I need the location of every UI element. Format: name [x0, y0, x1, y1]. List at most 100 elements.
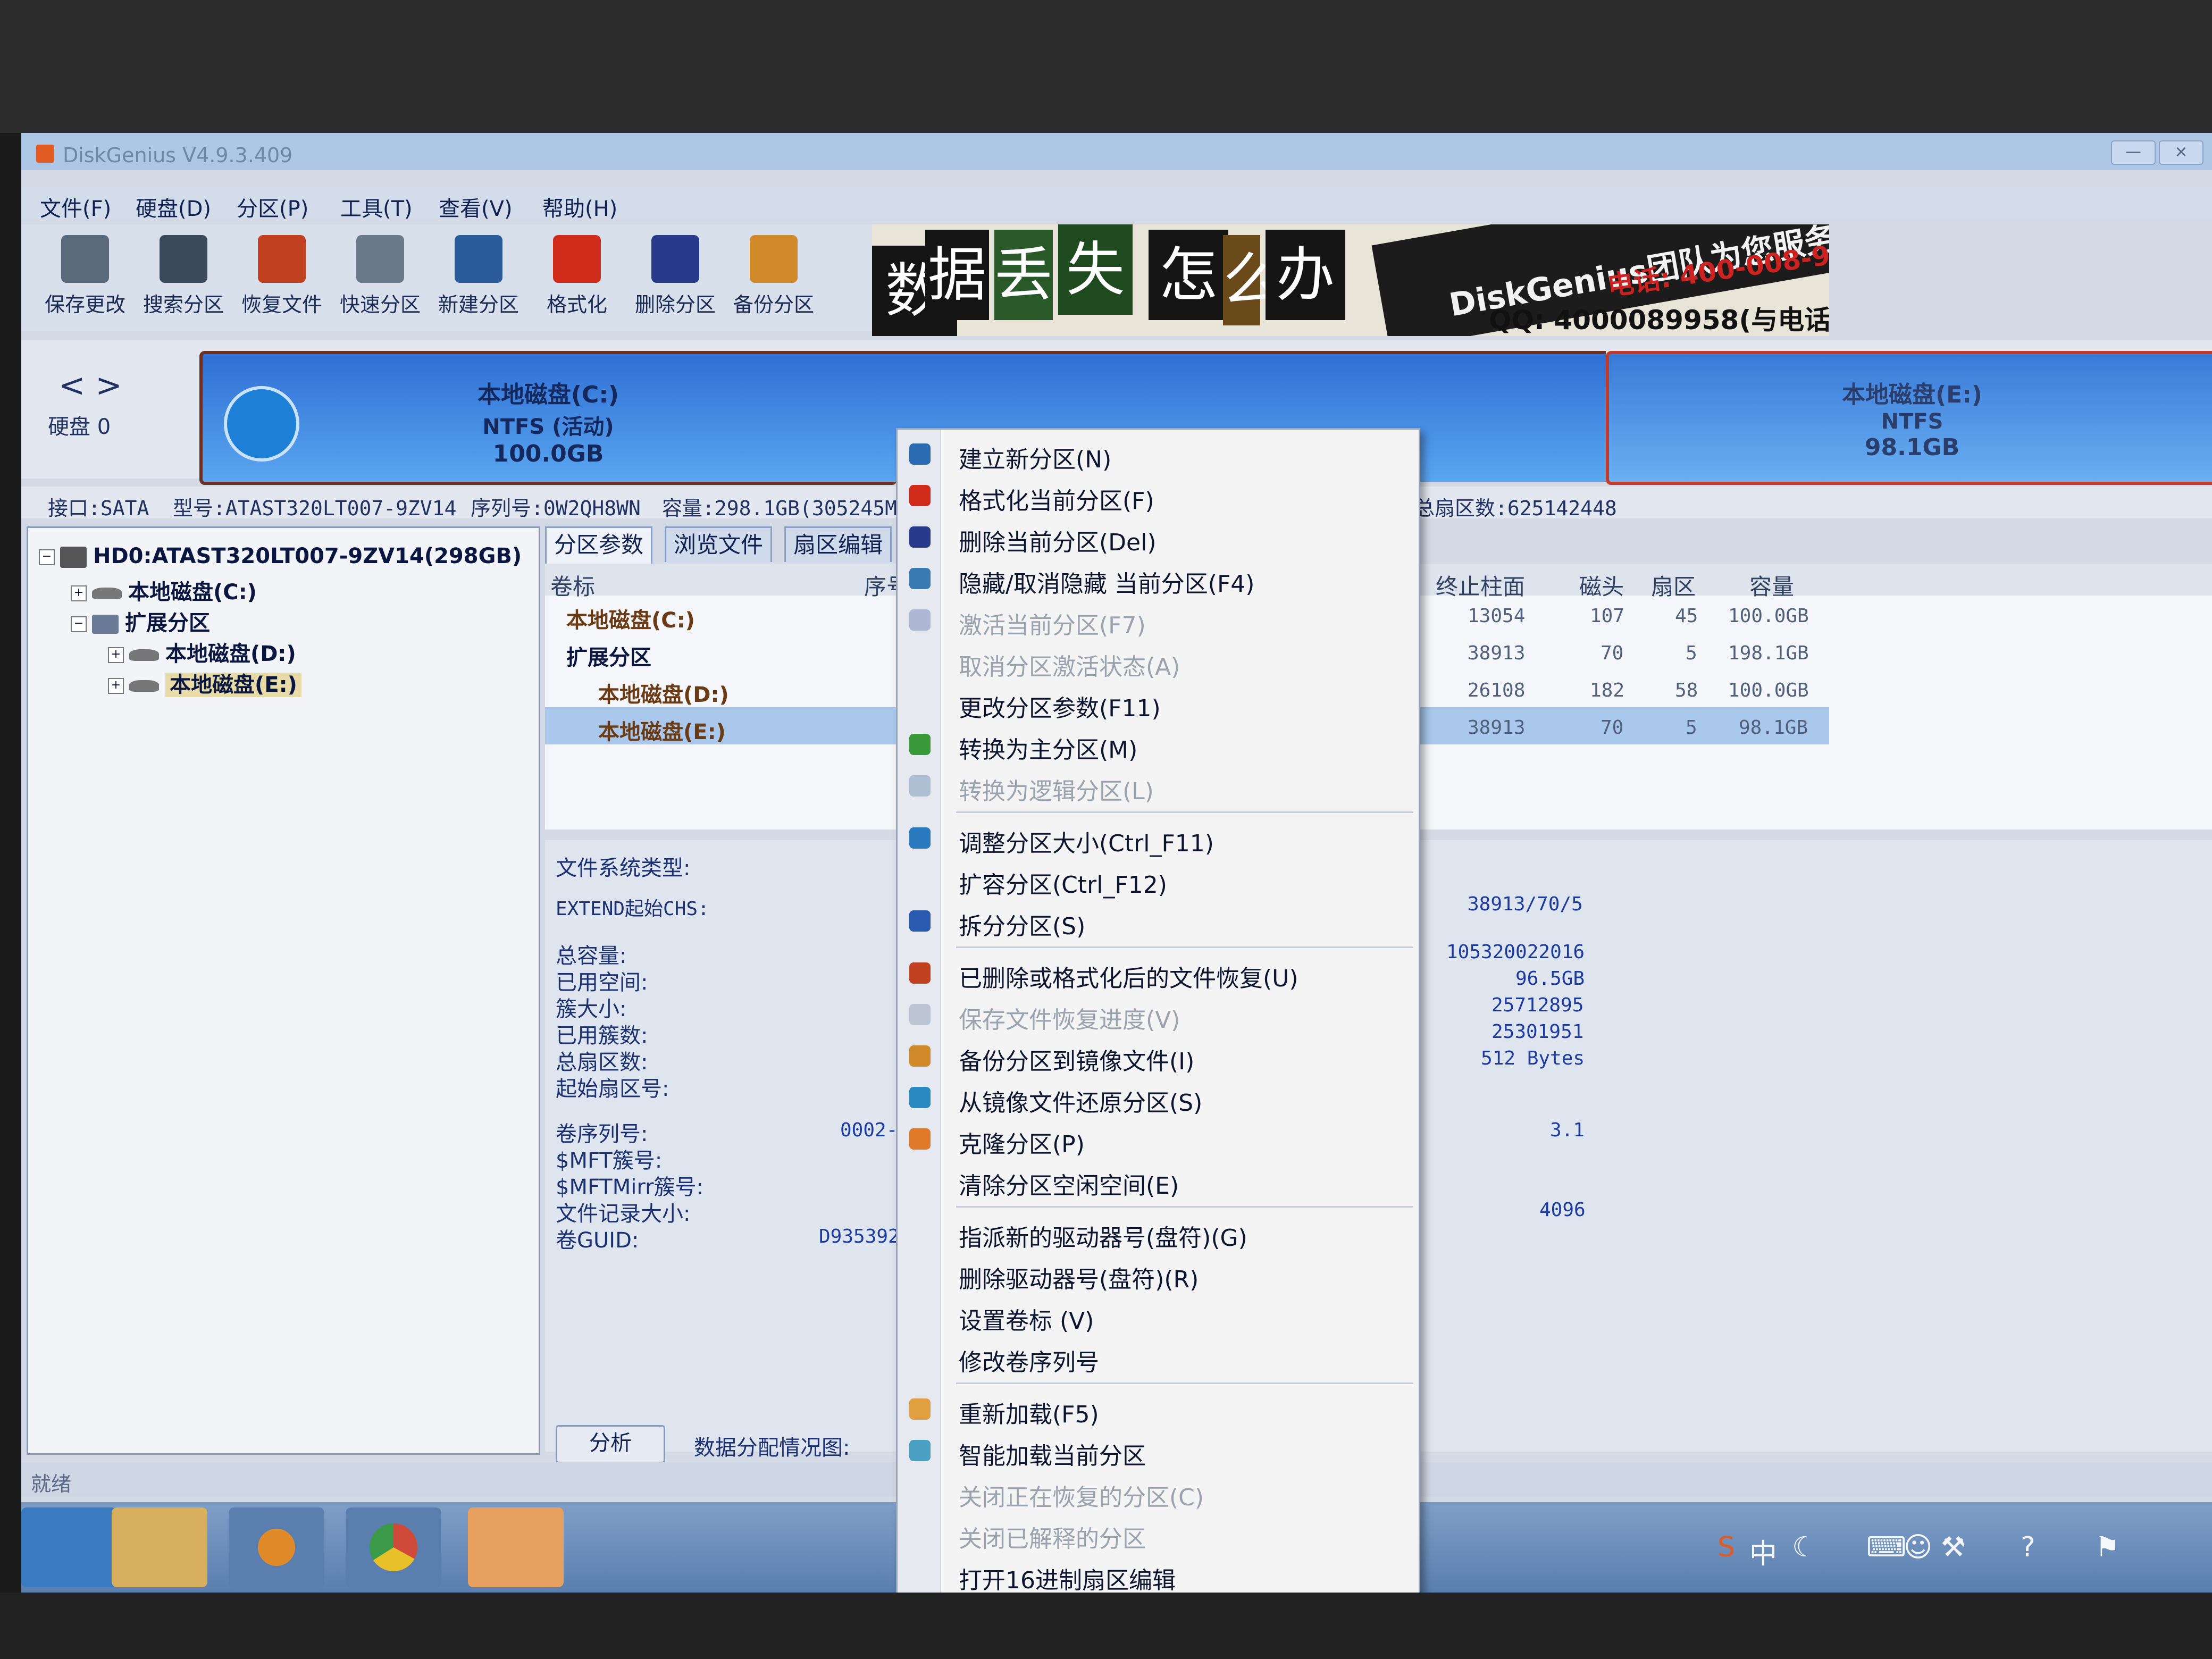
- menu-partition[interactable]: 分区(P): [237, 191, 308, 222]
- toolbar-label: 恢复文件: [241, 293, 322, 316]
- wrench-icon[interactable]: ⚒: [1941, 1531, 1966, 1563]
- table-row[interactable]: 本地磁盘(C:): [545, 596, 917, 633]
- flag-icon[interactable]: ⚑: [2095, 1531, 2120, 1563]
- minimize-button[interactable]: —: [2111, 140, 2156, 165]
- tab-browse-files[interactable]: 浏览文件: [665, 526, 773, 562]
- toolbar-button[interactable]: 删除分区: [627, 230, 723, 325]
- table-row[interactable]: 38913 70 5 198.1GB: [1414, 633, 2212, 670]
- context-menu-item[interactable]: 格式化当前分区(F): [898, 475, 1419, 515]
- context-menu-item[interactable]: 从镜像文件还原分区(S): [898, 1077, 1419, 1117]
- context-menu-item[interactable]: 打开16进制扇区编辑: [898, 1555, 1419, 1593]
- tree-item-selected[interactable]: + 本地磁盘(E:): [108, 667, 301, 698]
- context-menu-label: 打开16进制扇区编辑: [959, 1567, 1176, 1593]
- table-row[interactable]: 本地磁盘(D:): [545, 670, 917, 707]
- media-player-icon[interactable]: [229, 1507, 324, 1587]
- context-menu-label: 指派新的驱动器号(盘符)(G): [959, 1225, 1247, 1252]
- chrome-icon[interactable]: [346, 1507, 441, 1587]
- context-menu-item[interactable]: 更改分区参数(F11): [898, 683, 1419, 722]
- reload-icon: [909, 1398, 931, 1420]
- toolbar-label: 删除分区: [634, 293, 716, 316]
- context-menu-label: 转换为主分区(M): [959, 736, 1138, 764]
- record-size-value: 4096: [1539, 1199, 1586, 1221]
- user-icon[interactable]: ☺: [1904, 1531, 1932, 1563]
- menu-tools[interactable]: 工具(T): [340, 191, 413, 222]
- ime-indicator[interactable]: 中: [1749, 1531, 1777, 1571]
- delete-icon: [909, 526, 931, 548]
- context-menu-item[interactable]: 重新加载(F5): [898, 1389, 1419, 1428]
- context-menu-item: 关闭已解释的分区: [898, 1513, 1419, 1553]
- toolbar-button[interactable]: 保存更改: [37, 230, 133, 325]
- toolbar-button[interactable]: 快速分区: [332, 230, 428, 325]
- disk-nav-arrows[interactable]: < >: [58, 367, 122, 404]
- context-menu: 建立新分区(N) 格式化当前分区(F) 删除当前分区(Del) 隐藏/取消隐藏 当前分…: [896, 428, 1420, 1593]
- tree-item[interactable]: − 扩展分区: [71, 606, 210, 636]
- context-menu-label: 扩容分区(Ctrl_F12): [959, 872, 1167, 899]
- context-menu-item[interactable]: 扩容分区(Ctrl_F12): [898, 859, 1419, 899]
- toolbar-label: 新建分区: [438, 293, 519, 316]
- context-menu-item[interactable]: 隐藏/取消隐藏 当前分区(F4): [898, 558, 1419, 598]
- tree-item[interactable]: + 本地磁盘(C:): [71, 575, 257, 606]
- toolbar-button[interactable]: 恢复文件: [234, 230, 330, 325]
- keyboard-icon[interactable]: ⌨: [1866, 1531, 1906, 1563]
- toolbar-button[interactable]: 搜索分区: [136, 230, 231, 325]
- context-menu-item[interactable]: 克隆分区(P): [898, 1119, 1419, 1158]
- table-row[interactable]: 13054 107 45 100.0GB: [1414, 596, 2212, 633]
- context-menu-label: 已删除或格式化后的文件恢复(U): [959, 965, 1298, 992]
- close-button[interactable]: ×: [2159, 140, 2203, 165]
- context-menu-label: 修改卷序列号: [959, 1349, 1099, 1376]
- menu-file[interactable]: 文件(F): [40, 191, 111, 222]
- banner-char: 么: [1223, 235, 1281, 325]
- tab-sector-edit[interactable]: 扇区编辑: [784, 526, 892, 562]
- context-menu-item[interactable]: 拆分分区(S): [898, 901, 1419, 940]
- analyze-button[interactable]: 分析: [556, 1425, 665, 1463]
- context-menu-item[interactable]: 设置卷标 (V): [898, 1295, 1419, 1335]
- disk-tree: − HD0:ATAST320LT007-9ZV14(298GB) + 本地磁盘(C:…: [27, 526, 540, 1455]
- context-menu-item[interactable]: 指派新的驱动器号(盘符)(G): [898, 1212, 1419, 1252]
- table-row[interactable]: 26108 182 58 100.0GB: [1414, 670, 2212, 707]
- convert-logical-icon: [909, 775, 931, 797]
- sogou-icon[interactable]: S: [1717, 1531, 1735, 1563]
- context-menu-item[interactable]: 智能加载当前分区: [898, 1430, 1419, 1470]
- context-menu-item[interactable]: 清除分区空闲空间(E): [898, 1160, 1419, 1200]
- context-menu-item[interactable]: 修改卷序列号: [898, 1337, 1419, 1376]
- menu-help[interactable]: 帮助(H): [542, 191, 617, 222]
- restore-icon: [909, 1087, 931, 1108]
- toolbar-button[interactable]: 备份分区: [726, 230, 822, 325]
- banner-char: 怎: [1149, 230, 1228, 320]
- table-row-selected[interactable]: 38913 70 5 98.1GB: [1414, 707, 1829, 744]
- detail-value: 96.5GB: [1515, 968, 1585, 990]
- partition-table-left: 卷标 序号 本地磁盘(C:) 扩展分区 本地磁盘(D:) 本地磁盘(E:): [545, 564, 917, 830]
- table-row-selected[interactable]: 本地磁盘(E:): [545, 707, 917, 744]
- context-menu-item[interactable]: 删除驱动器号(盘符)(R): [898, 1254, 1419, 1293]
- context-menu-item[interactable]: 已删除或格式化后的文件恢复(U): [898, 953, 1419, 992]
- toolbar-button[interactable]: 格式化: [529, 230, 625, 325]
- tree-item[interactable]: + 本地磁盘(D:): [108, 636, 296, 667]
- tab-partition-params[interactable]: 分区参数: [545, 526, 653, 565]
- context-menu-item[interactable]: 调整分区大小(Ctrl_F11): [898, 818, 1419, 857]
- partition-block-c[interactable]: 本地磁盘(C:) NTFS (活动) 100.0GB: [199, 351, 897, 485]
- context-menu-label: 克隆分区(P): [959, 1131, 1085, 1158]
- backup-icon: [750, 235, 798, 283]
- disk-interface: 接口:SATA: [48, 497, 149, 520]
- detail-value: 25301951: [1492, 1021, 1584, 1043]
- help-icon[interactable]: ?: [2021, 1531, 2035, 1563]
- disk-capacity: 容量:298.1GB(305245MB: [662, 497, 909, 520]
- moon-icon[interactable]: ☾: [1792, 1531, 1817, 1563]
- context-menu-item[interactable]: 备份分区到镜像文件(I): [898, 1036, 1419, 1075]
- disk-sectors: 总扇区数:625142448: [1414, 497, 1617, 520]
- diskgenius-icon[interactable]: [468, 1507, 564, 1587]
- context-menu-item[interactable]: 建立新分区(N): [898, 434, 1419, 473]
- partition-block-e[interactable]: 本地磁盘(E:) NTFS 98.1GB: [1606, 351, 2212, 485]
- context-menu-item[interactable]: 转换为主分区(M): [898, 724, 1419, 764]
- table-row[interactable]: 扩展分区: [545, 633, 917, 670]
- explorer-icon[interactable]: [112, 1507, 207, 1587]
- menu-separator: [956, 811, 1413, 813]
- detail-value: 105320022016: [1446, 941, 1585, 963]
- menu-view[interactable]: 查看(V): [439, 191, 513, 222]
- ie-icon[interactable]: [21, 1507, 117, 1587]
- context-menu-item[interactable]: 删除当前分区(Del): [898, 517, 1419, 556]
- tree-disk[interactable]: − HD0:ATAST320LT007-9ZV14(298GB): [39, 544, 522, 568]
- table-header: 终止柱面 磁头 扇区 容量: [1414, 564, 2212, 600]
- menu-disk[interactable]: 硬盘(D): [136, 191, 211, 222]
- toolbar-button[interactable]: 新建分区: [431, 230, 526, 325]
